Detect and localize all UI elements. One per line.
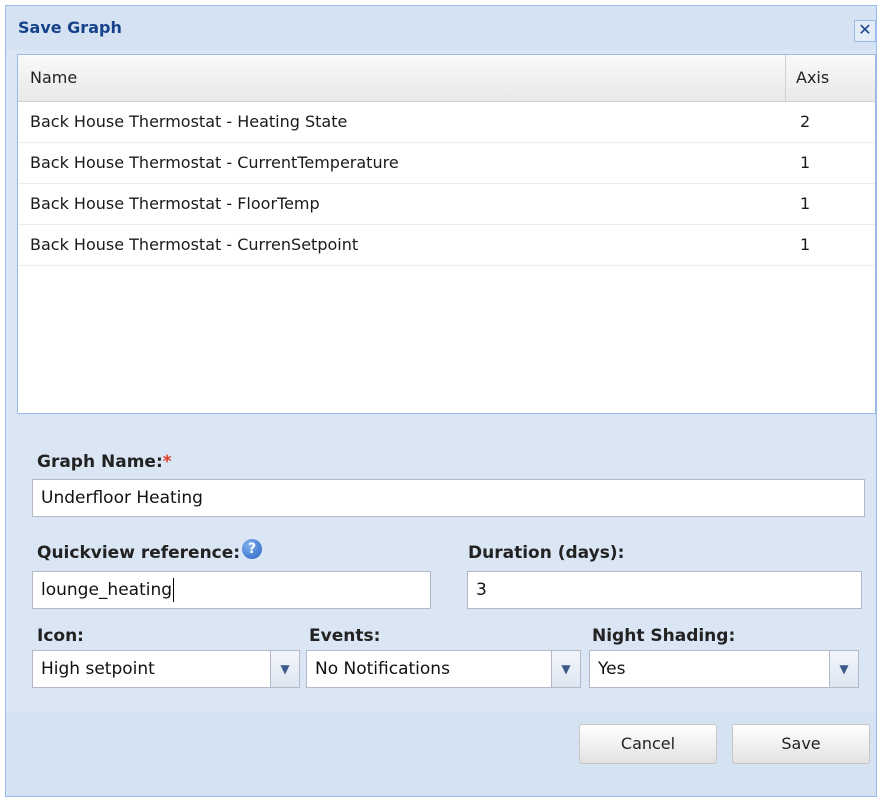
night-shading-label: Night Shading: [592, 626, 736, 646]
required-indicator: * [162, 452, 172, 472]
row-name: Back House Thermostat - Heating State [30, 112, 348, 131]
row-axis: 1 [800, 153, 811, 172]
events-label: Events: [309, 626, 381, 646]
row-name: Back House Thermostat - FloorTemp [30, 194, 320, 213]
quickview-input[interactable]: lounge_heating [32, 571, 431, 609]
table-row[interactable]: Back House Thermostat - Heating State 2 [18, 102, 875, 143]
row-name: Back House Thermostat - CurrentTemperatu… [30, 153, 399, 172]
chevron-down-icon[interactable]: ▼ [551, 651, 580, 687]
icon-label: Icon: [37, 626, 84, 646]
save-graph-dialog: Save Graph ✕ Name Axis Back House Thermo… [5, 5, 877, 797]
night-shading-select-value: Yes [598, 659, 626, 679]
quickview-input-value: lounge_heating [41, 580, 173, 600]
graph-name-input[interactable]: Underfloor Heating [32, 479, 865, 517]
events-select[interactable]: No Notifications ▼ [306, 650, 581, 688]
chevron-down-icon[interactable]: ▼ [270, 651, 299, 687]
night-shading-select[interactable]: Yes ▼ [589, 650, 859, 688]
table-row[interactable]: Back House Thermostat - CurrenSetpoint 1 [18, 225, 875, 266]
quickview-label: Quickview reference:? [37, 539, 263, 563]
close-icon[interactable]: ✕ [854, 20, 876, 42]
icon-select[interactable]: High setpoint ▼ [32, 650, 300, 688]
duration-input[interactable]: 3 [467, 571, 862, 609]
table-row[interactable]: Back House Thermostat - FloorTemp 1 [18, 184, 875, 225]
row-name: Back House Thermostat - CurrenSetpoint [30, 235, 359, 254]
column-header-axis[interactable]: Axis [796, 55, 829, 101]
row-axis: 1 [800, 194, 811, 213]
table-row[interactable]: Back House Thermostat - CurrentTemperatu… [18, 143, 875, 184]
row-axis: 1 [800, 235, 811, 254]
row-axis: 2 [800, 112, 811, 131]
column-divider[interactable] [785, 55, 786, 101]
help-icon[interactable]: ? [242, 539, 263, 559]
graph-series-grid: Name Axis Back House Thermostat - Heatin… [17, 54, 876, 414]
column-header-name[interactable]: Name [30, 55, 77, 101]
graph-name-label: Graph Name:* [37, 452, 172, 472]
events-select-value: No Notifications [315, 659, 450, 679]
dialog-title: Save Graph [18, 18, 122, 37]
save-button[interactable]: Save [732, 724, 870, 764]
graph-name-label-text: Graph Name: [37, 452, 163, 472]
grid-header: Name Axis [18, 55, 875, 102]
dialog-titlebar: Save Graph ✕ [6, 6, 876, 50]
quickview-label-text: Quickview reference: [37, 543, 241, 563]
chevron-down-icon[interactable]: ▼ [829, 651, 858, 687]
duration-label: Duration (days): [468, 543, 625, 563]
text-caret [173, 578, 175, 602]
cancel-button[interactable]: Cancel [579, 724, 717, 764]
icon-select-value: High setpoint [41, 659, 155, 679]
